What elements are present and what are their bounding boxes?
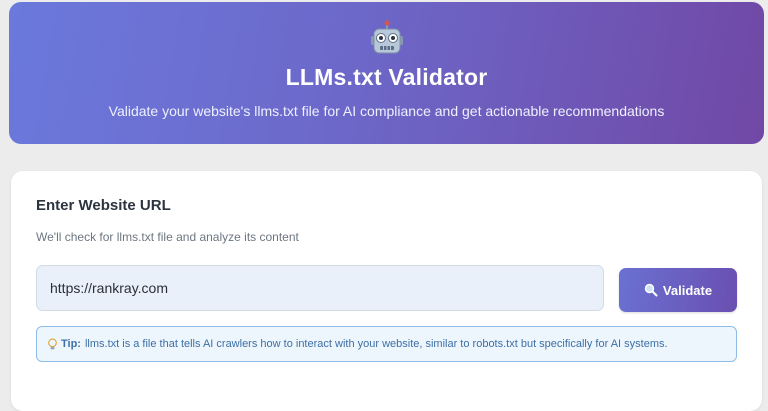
tip-label: Tip: — [61, 338, 81, 350]
form-heading: Enter Website URL — [36, 197, 171, 214]
validate-button-label: Validate — [662, 282, 713, 298]
tip-box: Tip: llms.txt is a file that tells AI cr… — [36, 326, 737, 362]
website-url-input[interactable] — [36, 265, 604, 311]
robot-icon — [9, 20, 764, 58]
page-title: LLMs.txt Validator — [285, 64, 488, 90]
validate-button[interactable]: Validate — [619, 268, 737, 312]
form-description: We'll check for llms.txt file and analyz… — [36, 230, 299, 244]
page-subtitle: Validate your website's llms.txt file fo… — [108, 103, 665, 119]
lightbulb-icon — [47, 337, 58, 351]
url-form-card: Enter Website URL We'll check for llms.t… — [11, 171, 762, 411]
magnifier-icon — [644, 283, 658, 297]
tip-text: llms.txt is a file that tells AI crawler… — [84, 338, 668, 350]
header-banner: LLMs.txt Validator Validate your website… — [9, 2, 764, 144]
